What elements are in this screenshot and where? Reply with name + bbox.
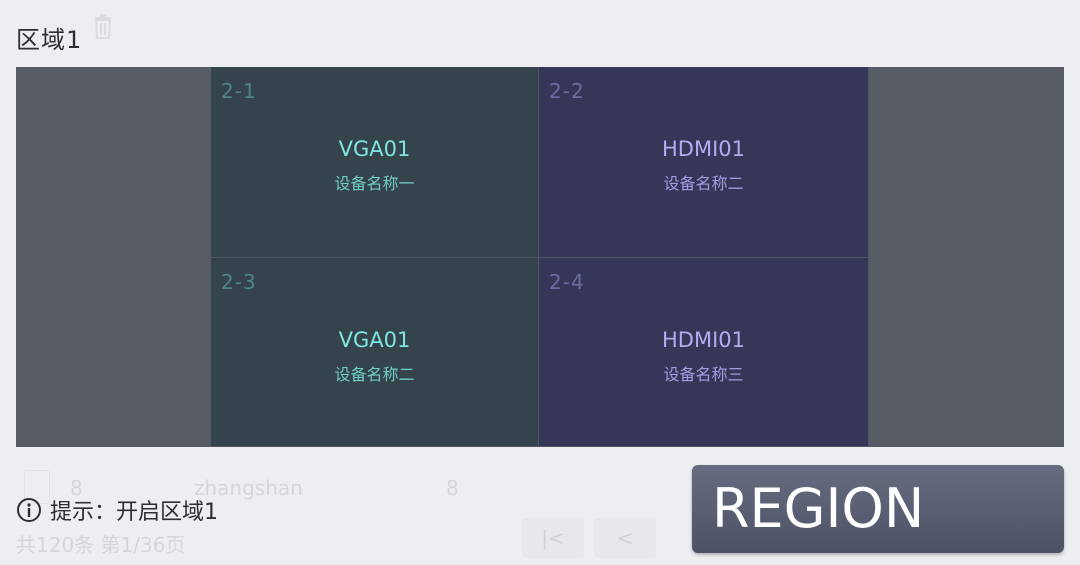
table-cell-value: 8 [446,476,459,500]
source-label: VGA01 [338,328,411,352]
region-button[interactable]: REGION [692,465,1064,553]
device-name: 设备名称二 [334,365,415,384]
screen-cell-2-3[interactable]: 2-3 VGA01 设备名称二 [211,258,539,447]
screen-cell-2-2[interactable]: 2-2 HDMI01 设备名称二 [539,67,869,258]
trash-icon[interactable] [92,14,114,40]
display-wall: 2-1 VGA01 设备名称一 2-2 HDMI01 设备名称二 2-3 VGA… [16,67,1064,447]
hint-text: 提示：开启区域1 [50,500,218,525]
screen-number: 2-3 [221,270,257,294]
hint-row: 提示：开启区域1 [16,494,218,526]
screen-grid: 2-1 VGA01 设备名称一 2-2 HDMI01 设备名称二 2-3 VGA… [211,67,869,447]
info-icon [17,498,41,522]
screen-cell-2-1[interactable]: 2-1 VGA01 设备名称一 [211,67,539,258]
prev-page-button[interactable]: < [594,518,656,558]
source-label: HDMI01 [662,328,745,352]
device-name: 设备名称一 [334,174,415,193]
screen-number: 2-2 [549,79,585,103]
device-name: 设备名称二 [663,174,744,193]
source-label: HDMI01 [662,137,745,161]
screen-number: 2-1 [221,79,257,103]
screen-number: 2-4 [549,270,585,294]
pagination-summary: 共120条 第1/36页 [16,533,186,557]
screen-cell-2-4[interactable]: 2-4 HDMI01 设备名称三 [539,258,869,447]
source-label: VGA01 [338,137,411,161]
region-title: 区域1 [16,26,83,54]
device-name: 设备名称三 [663,365,744,384]
first-page-button[interactable]: |< [522,518,584,558]
